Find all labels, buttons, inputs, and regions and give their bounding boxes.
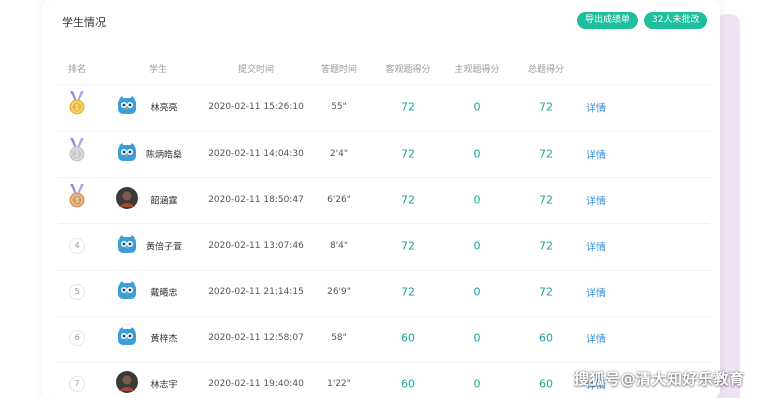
answer-duration: 26'9" bbox=[327, 287, 351, 297]
export-transcript-button[interactable]: 导出成绩单 bbox=[577, 12, 639, 29]
watermark: 搜狐号@清大知好乐教育 bbox=[574, 370, 745, 388]
row-divider bbox=[58, 223, 710, 224]
student-name: 黄倍子萱 bbox=[145, 242, 183, 253]
objective-score: 72 bbox=[401, 193, 415, 207]
answer-duration: 55" bbox=[331, 102, 347, 112]
total-score: 60 bbox=[539, 331, 553, 345]
subjective-score: 0 bbox=[473, 239, 481, 253]
rank-number: 4 bbox=[69, 238, 85, 254]
page-title: 学生情况 bbox=[62, 16, 106, 29]
header-rank: 排名 bbox=[67, 65, 87, 75]
submit-time: 2020-02-11 19:40:40 bbox=[208, 379, 304, 389]
owl-avatar-icon bbox=[117, 280, 137, 304]
row-divider bbox=[58, 316, 710, 317]
owl-avatar-icon bbox=[117, 142, 137, 166]
header-total-score: 总题得分 bbox=[527, 65, 565, 75]
silver-medal-icon: 2 bbox=[68, 137, 86, 167]
subjective-score: 0 bbox=[473, 285, 481, 299]
svg-text:2: 2 bbox=[75, 151, 79, 159]
owl-avatar-icon bbox=[117, 326, 137, 350]
owl-avatar-icon bbox=[117, 95, 137, 119]
student-name: 林亮亮 bbox=[150, 103, 178, 114]
submit-time: 2020-02-11 12:58:07 bbox=[208, 333, 304, 343]
photo-avatar bbox=[116, 371, 138, 397]
objective-score: 72 bbox=[401, 285, 415, 299]
answer-duration: 1'22" bbox=[327, 379, 351, 389]
row-divider bbox=[58, 84, 710, 85]
owl-avatar-icon bbox=[117, 234, 137, 258]
objective-score: 60 bbox=[401, 377, 415, 391]
header-answer-time: 答题时间 bbox=[320, 65, 358, 75]
subjective-score: 0 bbox=[473, 377, 481, 391]
row-divider bbox=[58, 270, 710, 271]
svg-text:1: 1 bbox=[75, 104, 79, 112]
submit-time: 2020-02-11 15:26:10 bbox=[208, 102, 304, 112]
objective-score: 60 bbox=[401, 331, 415, 345]
answer-duration: 6'26" bbox=[327, 195, 351, 205]
answer-duration: 58" bbox=[331, 333, 347, 343]
submit-time: 2020-02-11 18:50:47 bbox=[208, 195, 304, 205]
objective-score: 72 bbox=[401, 100, 415, 114]
total-score: 72 bbox=[539, 193, 553, 207]
submit-time: 2020-02-11 13:07:46 bbox=[208, 241, 304, 251]
row-divider bbox=[58, 131, 710, 132]
details-link[interactable]: 详情 bbox=[586, 239, 606, 254]
bronze-medal-icon: 3 bbox=[68, 183, 86, 213]
svg-text:3: 3 bbox=[75, 197, 79, 205]
total-score: 72 bbox=[539, 147, 553, 161]
total-score: 72 bbox=[539, 285, 553, 299]
subjective-score: 0 bbox=[473, 100, 481, 114]
photo-avatar bbox=[116, 187, 138, 213]
answer-duration: 2'4" bbox=[329, 149, 349, 159]
details-link[interactable]: 详情 bbox=[586, 193, 606, 208]
answer-duration: 8'4" bbox=[329, 241, 349, 251]
details-link[interactable]: 详情 bbox=[586, 100, 606, 115]
subjective-score: 0 bbox=[473, 193, 481, 207]
subjective-score: 0 bbox=[473, 331, 481, 345]
rank-number: 6 bbox=[69, 330, 85, 346]
header-subjective-score: 主观题得分 bbox=[454, 65, 500, 75]
total-score: 72 bbox=[539, 100, 553, 114]
student-name: 黄梓杰 bbox=[150, 334, 178, 345]
student-name: 戴曦忠 bbox=[150, 288, 178, 299]
student-name: 陈炳皓燊 bbox=[145, 150, 183, 161]
gold-medal-icon: 1 bbox=[68, 90, 86, 120]
details-link[interactable]: 详情 bbox=[586, 147, 606, 162]
student-name: 林志宇 bbox=[150, 380, 178, 391]
header-student: 学生 bbox=[148, 65, 168, 75]
objective-score: 72 bbox=[401, 239, 415, 253]
details-link[interactable]: 详情 bbox=[586, 285, 606, 300]
total-score: 60 bbox=[539, 377, 553, 391]
student-status-card bbox=[42, 0, 720, 398]
subjective-score: 0 bbox=[473, 147, 481, 161]
rank-number: 7 bbox=[69, 376, 85, 392]
rank-number: 5 bbox=[69, 284, 85, 300]
header-objective-score: 客观题得分 bbox=[385, 65, 431, 75]
row-divider bbox=[58, 362, 710, 363]
submit-time: 2020-02-11 21:14:15 bbox=[208, 287, 304, 297]
total-score: 72 bbox=[539, 239, 553, 253]
header-submit-time: 提交时间 bbox=[237, 65, 275, 75]
row-divider bbox=[58, 177, 710, 178]
details-link[interactable]: 详情 bbox=[586, 331, 606, 346]
submit-time: 2020-02-11 14:04:30 bbox=[208, 149, 304, 159]
objective-score: 72 bbox=[401, 147, 415, 161]
student-name: 韶涵霆 bbox=[150, 196, 178, 207]
unmarked-count-button[interactable]: 32人未批改 bbox=[644, 12, 708, 29]
